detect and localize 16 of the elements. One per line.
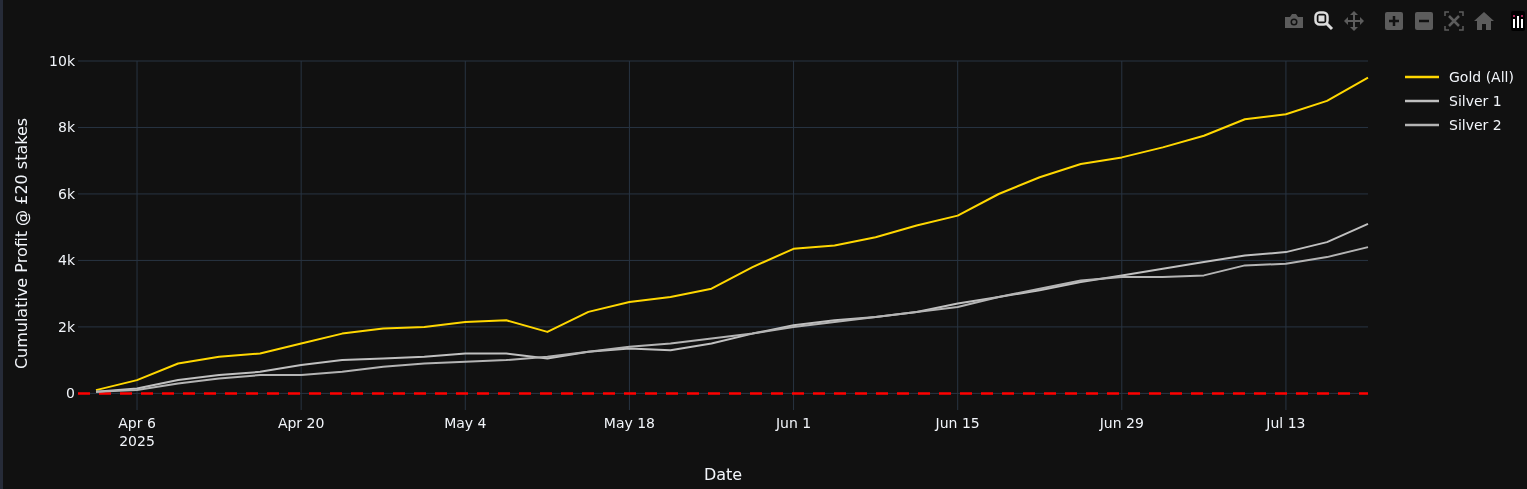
tick-label: May 4: [444, 415, 487, 431]
axis-title: Date: [703, 465, 743, 484]
tick-label: Apr 20: [277, 415, 325, 431]
tick-label: Jun 29: [1099, 415, 1144, 431]
tick-label: 2k: [58, 318, 75, 335]
tick-label: 6k: [58, 185, 75, 202]
tick-label: Jun 1: [775, 415, 812, 431]
tick-label: 10k: [49, 53, 75, 69]
tick-label: 0: [66, 385, 75, 402]
tick-label: Apr 6 2025: [118, 415, 156, 449]
tick-label: Jul 13: [1266, 415, 1306, 431]
tick-label: 4k: [58, 252, 75, 269]
tick-label: Jun 15: [935, 415, 980, 431]
tick-label: May 18: [603, 415, 656, 431]
axis-title: Cumulative Profit @ £20 stakes: [12, 117, 31, 370]
tick-label: 8k: [58, 119, 75, 136]
